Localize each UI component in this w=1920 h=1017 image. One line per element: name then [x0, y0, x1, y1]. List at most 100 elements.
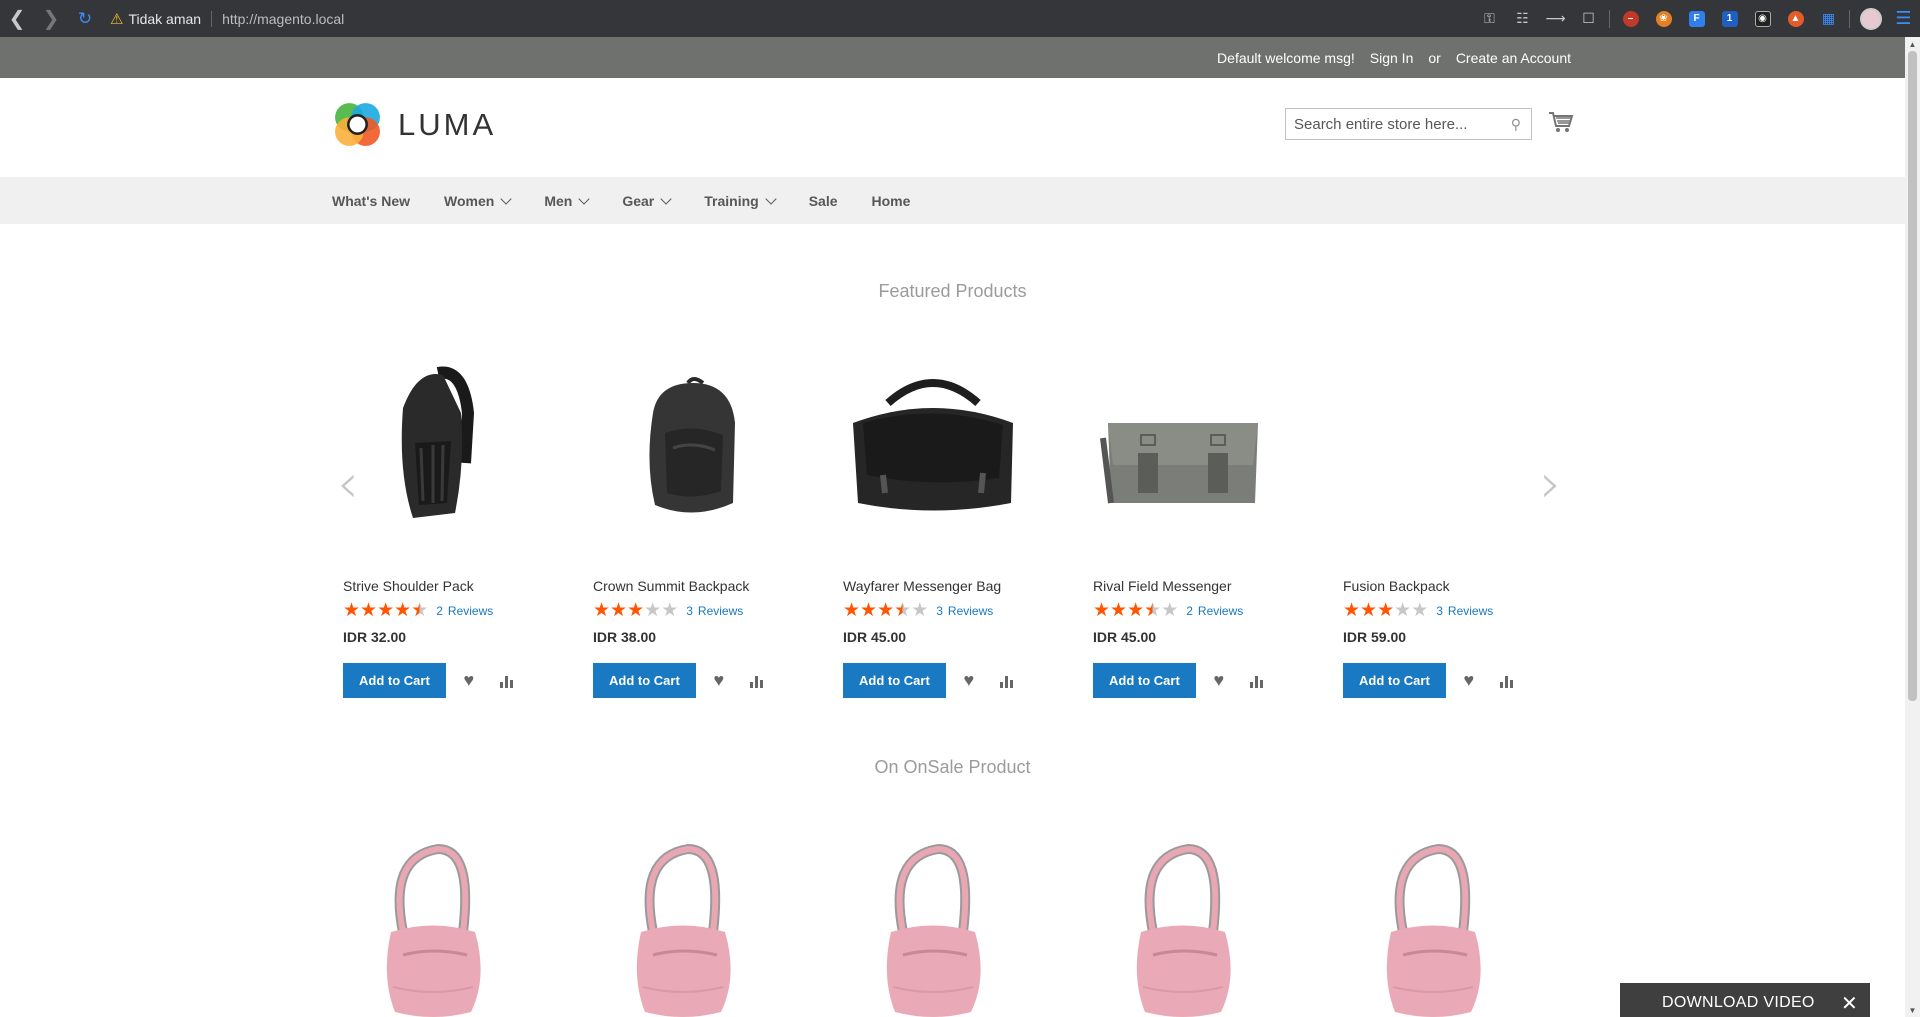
forward-icon[interactable]: ❯	[34, 0, 68, 37]
nav-item-label: Gear	[622, 192, 655, 209]
review-count[interactable]: 2	[1186, 604, 1193, 618]
compare-chart-icon[interactable]	[992, 666, 1022, 696]
rating-stars: ★ ★ ★ ★ ★	[843, 601, 928, 620]
product-image[interactable]	[593, 353, 773, 543]
onsale-product-card	[593, 837, 813, 1017]
product-image[interactable]	[843, 837, 1023, 1017]
review-count[interactable]: 3	[1436, 604, 1443, 618]
product-image[interactable]	[1093, 837, 1273, 1017]
search-input[interactable]	[1294, 115, 1494, 133]
download-video-label[interactable]: DOWNLOAD VIDEO	[1662, 994, 1815, 1012]
adblock-extension-icon[interactable]: –	[1614, 0, 1647, 37]
compare-chart-icon[interactable]	[1492, 666, 1522, 696]
nav-item-what-s-new[interactable]: What's New	[332, 193, 410, 209]
product-name-link[interactable]: Rival Field Messenger	[1093, 578, 1232, 594]
close-icon[interactable]: ✕	[1841, 991, 1858, 1016]
scroll-down-icon[interactable]: ▼	[1905, 1003, 1920, 1017]
page-viewport: Default welcome msg! Sign In or Create a…	[0, 37, 1905, 1017]
product-image[interactable]	[343, 837, 523, 1017]
product-image[interactable]	[593, 837, 773, 1017]
wishlist-heart-icon[interactable]: ♥	[1454, 666, 1484, 696]
reviews-link[interactable]: 2 Reviews	[436, 604, 493, 618]
product-price: IDR 59.00	[1343, 629, 1407, 645]
search-icon[interactable]: ⚲	[1511, 116, 1521, 133]
onsale-product-card	[843, 837, 1063, 1017]
onsale-product-card	[1093, 837, 1313, 1017]
product-name-link[interactable]: Crown Summit Backpack	[593, 578, 749, 594]
wishlist-heart-icon[interactable]: ♥	[1204, 666, 1234, 696]
download-video-overlay[interactable]: DOWNLOAD VIDEO ✕	[1620, 983, 1870, 1017]
product-image[interactable]	[1093, 353, 1273, 543]
reviews-label[interactable]: Reviews	[948, 604, 993, 618]
nav-item-training[interactable]: Training	[704, 193, 777, 209]
add-to-cart-button[interactable]: Add to Cart	[1343, 663, 1446, 698]
wishlist-heart-icon[interactable]: ♥	[704, 666, 734, 696]
password-key-icon[interactable]: ⚿	[1473, 0, 1506, 37]
compare-chart-icon[interactable]	[492, 666, 522, 696]
product-rating: ★ ★ ★ ★ ★ 3 Reviews	[593, 601, 743, 620]
wishlist-heart-icon[interactable]: ♥	[954, 666, 984, 696]
page-scrollbar[interactable]: ▲ ▼	[1905, 37, 1920, 1017]
nav-item-men[interactable]: Men	[544, 193, 590, 209]
nav-item-women[interactable]: Women	[444, 193, 512, 209]
add-to-cart-button[interactable]: Add to Cart	[343, 663, 446, 698]
share-icon[interactable]: ⟶	[1539, 0, 1572, 37]
star-icon: ★	[1110, 600, 1128, 621]
translate-icon[interactable]: ☷	[1506, 0, 1539, 37]
add-to-cart-button[interactable]: Add to Cart	[1093, 663, 1196, 698]
product-name-link[interactable]: Wayfarer Messenger Bag	[843, 578, 1001, 594]
reviews-link[interactable]: 3 Reviews	[1436, 604, 1493, 618]
cookie-extension-icon[interactable]: ❀	[1647, 0, 1680, 37]
address-bar[interactable]: ⚠ Tidak aman http://magento.local	[110, 6, 344, 32]
star-icon: ★	[411, 600, 429, 621]
compare-chart-icon[interactable]	[742, 666, 772, 696]
store-logo[interactable]: LUMA	[332, 99, 496, 150]
profile-avatar[interactable]	[1854, 0, 1887, 37]
compare-chart-icon[interactable]	[1242, 666, 1272, 696]
wishlist-heart-icon[interactable]: ♥	[454, 666, 484, 696]
fox-extension-icon[interactable]: ▲	[1779, 0, 1812, 37]
reviews-link[interactable]: 3 Reviews	[686, 604, 743, 618]
or-text: or	[1428, 49, 1441, 66]
badge-extension-icon[interactable]: 1	[1713, 0, 1746, 37]
url-text[interactable]: http://magento.local	[222, 11, 344, 27]
product-card: Crown Summit Backpack ★ ★ ★ ★ ★ 3 Reviews ID…	[593, 353, 813, 713]
product-image[interactable]	[1343, 837, 1523, 1017]
reviews-link[interactable]: 2 Reviews	[1186, 604, 1243, 618]
cart-icon[interactable]	[1548, 110, 1574, 134]
product-image[interactable]	[843, 353, 1023, 543]
f-extension-icon[interactable]: F	[1680, 0, 1713, 37]
reload-icon[interactable]: ↻	[68, 0, 102, 37]
product-name-link[interactable]: Strive Shoulder Pack	[343, 578, 474, 594]
sign-in-link[interactable]: Sign In	[1370, 50, 1414, 66]
star-icon: ★	[1144, 600, 1162, 621]
reviews-label[interactable]: Reviews	[448, 604, 493, 618]
reviews-label[interactable]: Reviews	[1448, 604, 1493, 618]
product-name-link[interactable]: Fusion Backpack	[1343, 578, 1450, 594]
product-image[interactable]	[343, 353, 523, 543]
nav-item-gear[interactable]: Gear	[622, 192, 672, 209]
product-actions: Add to Cart ♥	[843, 663, 1022, 698]
scroll-up-icon[interactable]: ▲	[1905, 37, 1920, 51]
nav-item-label: Sale	[808, 192, 838, 209]
nav-item-home[interactable]: Home	[872, 193, 911, 209]
search-box[interactable]: ⚲	[1285, 108, 1532, 140]
reviews-label[interactable]: Reviews	[1198, 604, 1243, 618]
scrollbar-thumb[interactable]	[1908, 51, 1917, 701]
reviews-label[interactable]: Reviews	[698, 604, 743, 618]
product-image[interactable]	[1343, 353, 1523, 543]
nav-item-sale[interactable]: Sale	[809, 193, 838, 209]
review-count[interactable]: 3	[686, 604, 693, 618]
add-to-cart-button[interactable]: Add to Cart	[843, 663, 946, 698]
bookmark-icon[interactable]: ☐	[1572, 0, 1605, 37]
review-count[interactable]: 2	[436, 604, 443, 618]
puzzle-extensions-icon[interactable]: ▦	[1812, 0, 1845, 37]
reviews-link[interactable]: 3 Reviews	[936, 604, 993, 618]
back-icon[interactable]: ❮	[0, 0, 34, 37]
product-rating: ★ ★ ★ ★ ★ 2 Reviews	[343, 601, 493, 620]
review-count[interactable]: 3	[936, 604, 943, 618]
dark-extension-icon[interactable]: ◉	[1746, 0, 1779, 37]
create-account-link[interactable]: Create an Account	[1456, 50, 1571, 66]
add-to-cart-button[interactable]: Add to Cart	[593, 663, 696, 698]
menu-icon[interactable]: ☰	[1887, 0, 1920, 37]
